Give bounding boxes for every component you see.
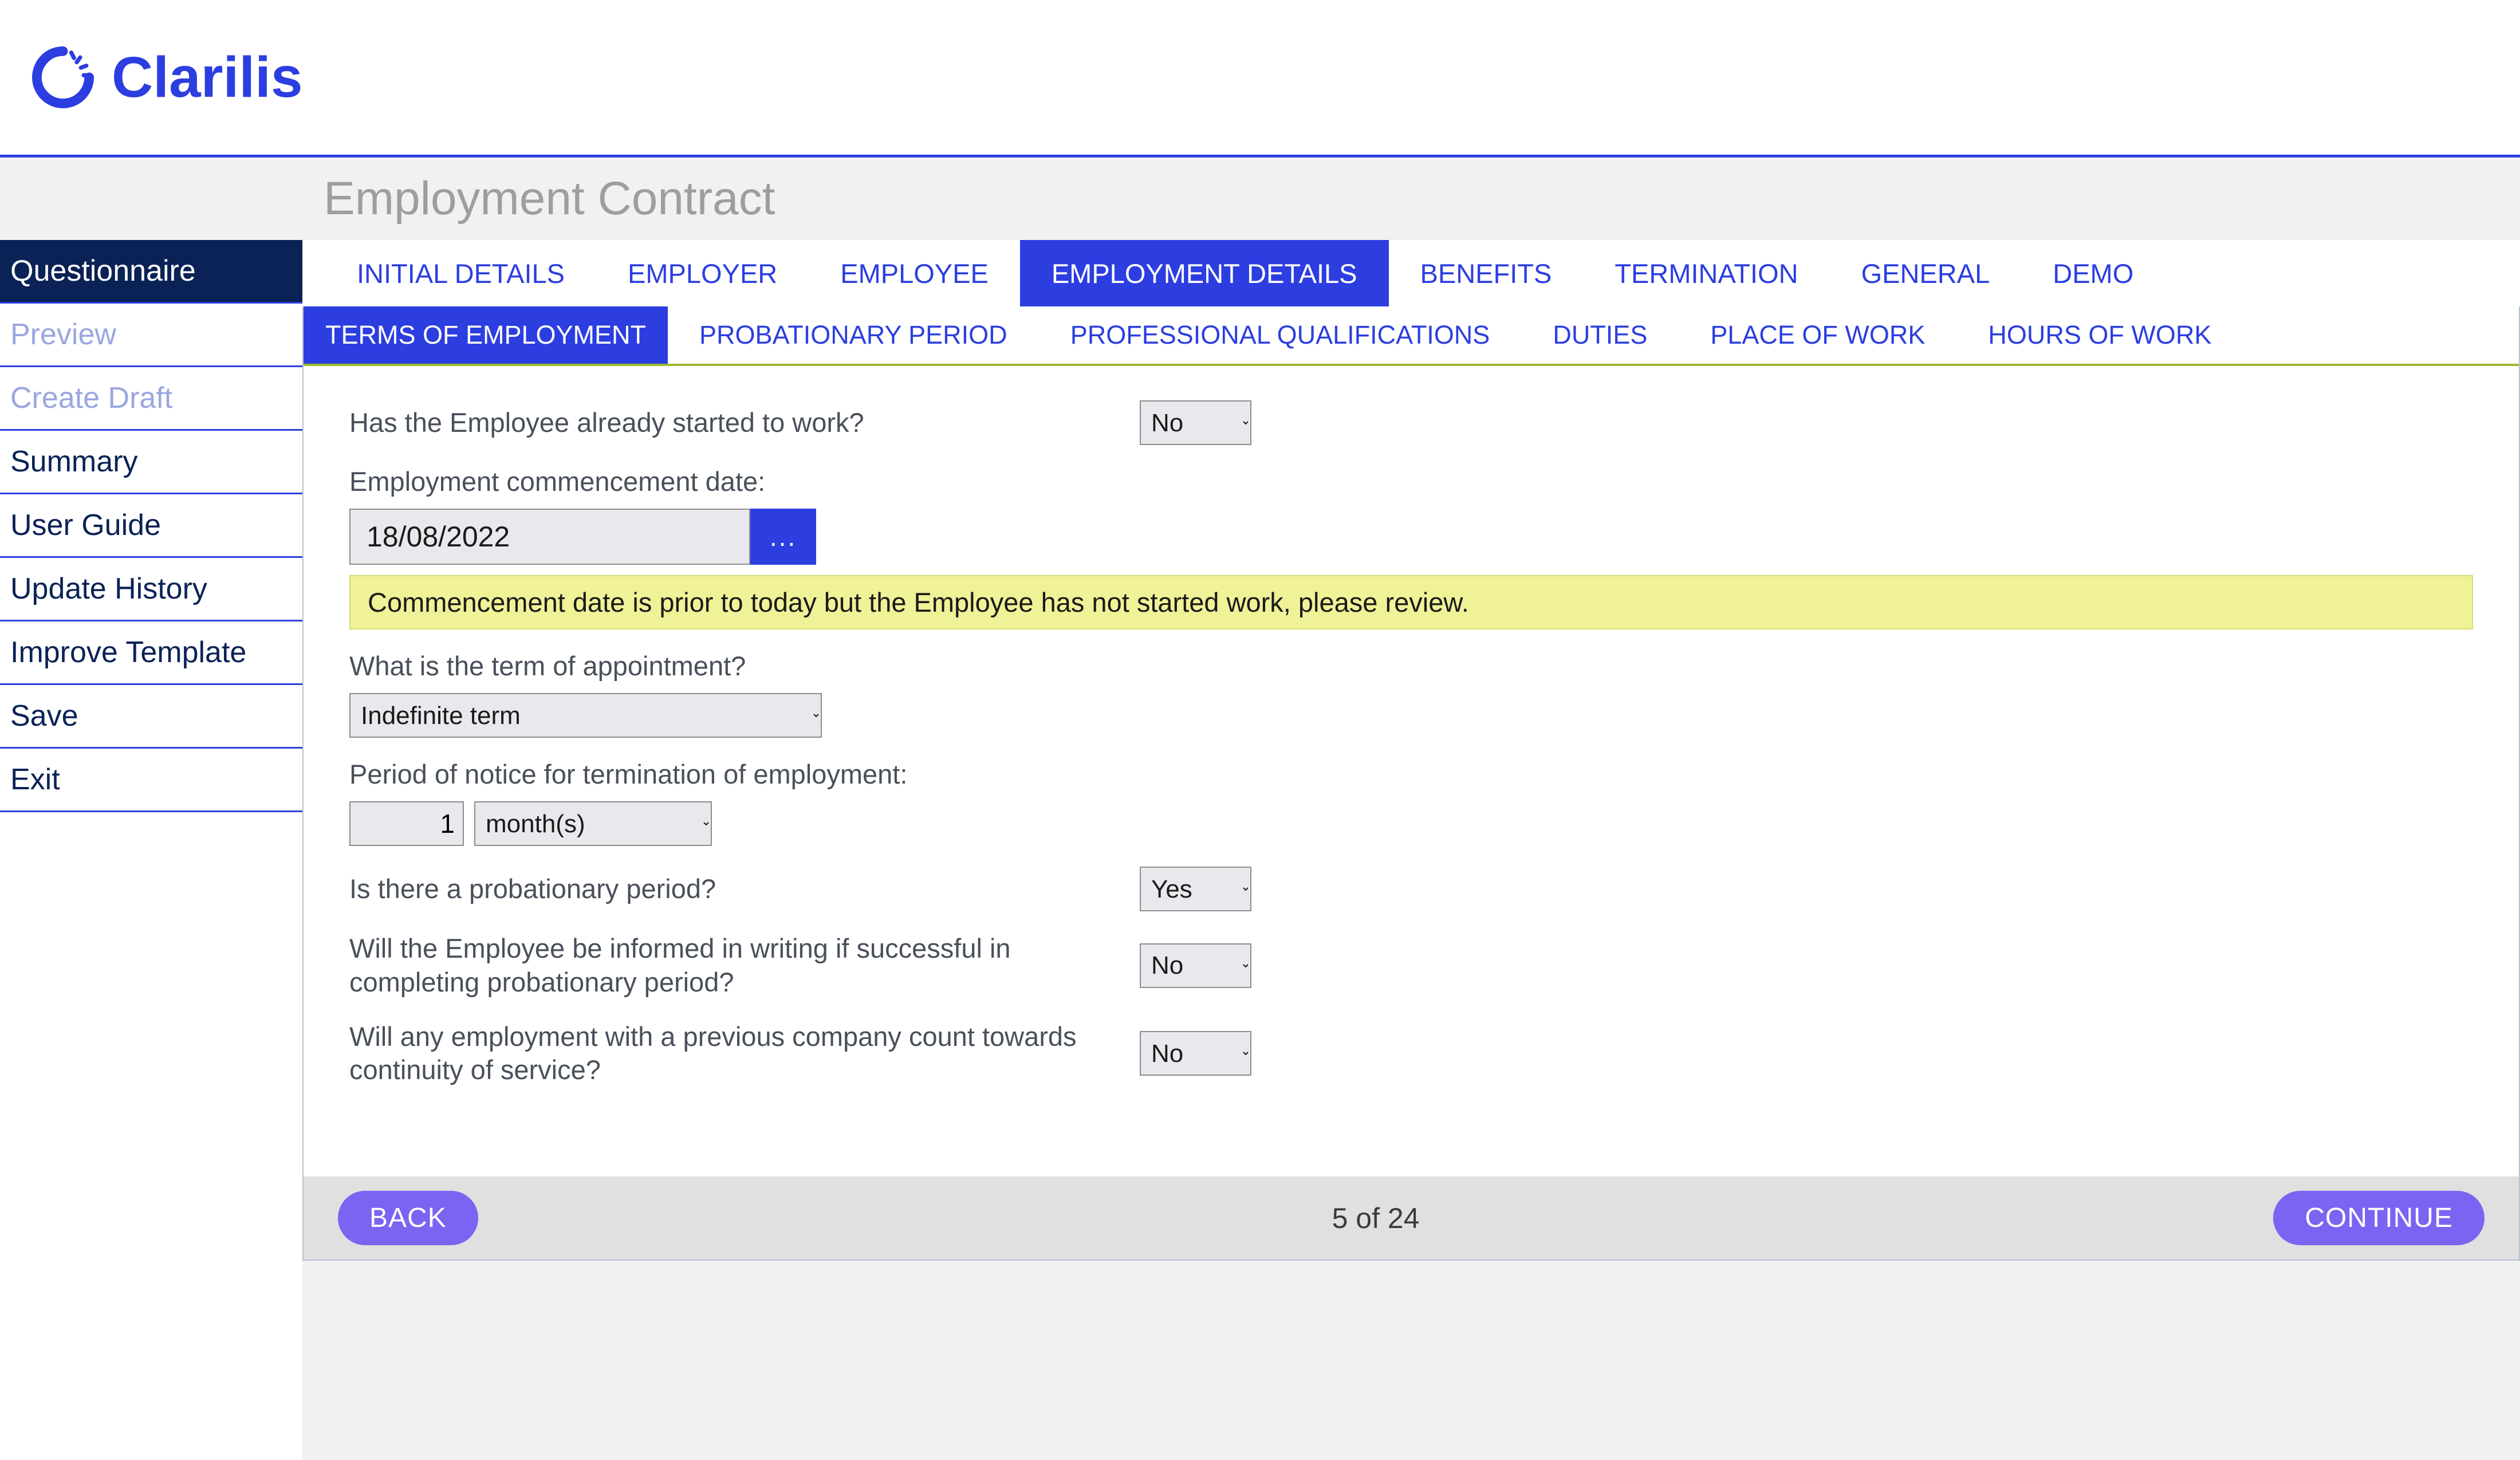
sidebar-item-label: Exit [10, 763, 60, 796]
sidebar-item-label: Preview [10, 318, 116, 351]
subtab-label: DUTIES [1553, 320, 1647, 350]
secondary-tabs: TERMS OF EMPLOYMENT PROBATIONARY PERIOD … [304, 306, 2519, 366]
brand-logo-icon [29, 43, 97, 112]
brand-logo[interactable]: Clarilis [29, 43, 303, 112]
sidebar-item-improve-template[interactable]: Improve Template [0, 621, 302, 685]
sidebar-item-update-history[interactable]: Update History [0, 558, 302, 621]
row-notice-period: Period of notice for termination of empl… [349, 758, 2473, 846]
row-has-started: Has the Employee already started to work… [349, 400, 2473, 445]
row-commencement-date: Employment commencement date: ... Commen… [349, 466, 2473, 629]
form-area: Has the Employee already started to work… [304, 366, 2519, 1131]
tab-demo[interactable]: DEMO [2021, 240, 2165, 306]
primary-tabs: INITIAL DETAILS EMPLOYER EMPLOYEE EMPLOY… [302, 240, 2520, 306]
input-commencement-date[interactable] [349, 509, 750, 565]
sidebar-item-label: User Guide [10, 509, 161, 542]
tab-employee[interactable]: EMPLOYEE [809, 240, 1020, 306]
sidebar-item-label: Update History [10, 572, 207, 605]
subtab-duties[interactable]: DUTIES [1521, 306, 1679, 364]
tab-benefits[interactable]: BENEFITS [1389, 240, 1584, 306]
subtab-place-of-work[interactable]: PLACE OF WORK [1679, 306, 1956, 364]
select-probation[interactable]: Yes [1140, 867, 1251, 911]
subtab-terms-of-employment[interactable]: TERMS OF EMPLOYMENT [304, 306, 668, 364]
content-panel: TERMS OF EMPLOYMENT PROBATIONARY PERIOD … [302, 306, 2520, 1261]
label-inform-writing: Will the Employee be informed in writing… [349, 932, 1117, 999]
tab-initial-details[interactable]: INITIAL DETAILS [325, 240, 596, 306]
row-term-of-appointment: What is the term of appointment? Indefin… [349, 650, 2473, 738]
sidebar-item-label: Create Draft [10, 381, 172, 415]
sidebar-item-label: Summary [10, 445, 137, 478]
subtab-label: PROFESSIONAL QUALIFICATIONS [1070, 320, 1490, 350]
select-term-of-appointment[interactable]: Indefinite term [349, 693, 822, 738]
subtab-probationary-period[interactable]: PROBATIONARY PERIOD [668, 306, 1039, 364]
label-notice-period: Period of notice for termination of empl… [349, 758, 2473, 790]
sidebar-item-exit[interactable]: Exit [0, 749, 302, 812]
label-has-started: Has the Employee already started to work… [349, 406, 1117, 440]
sidebar-item-label: Improve Template [10, 636, 246, 669]
subtab-hours-of-work[interactable]: HOURS OF WORK [1956, 306, 2243, 364]
tab-label: DEMO [2053, 258, 2133, 289]
sidebar-item-label: Questionnaire [10, 254, 196, 288]
select-inform-writing[interactable]: No [1140, 943, 1251, 988]
sidebar-item-summary[interactable]: Summary [0, 431, 302, 494]
row-inform-writing: Will the Employee be informed in writing… [349, 932, 2473, 999]
pager-text: 5 of 24 [1332, 1202, 1420, 1235]
select-continuity[interactable]: No [1140, 1031, 1251, 1076]
header-bar: Clarilis [0, 0, 2520, 155]
tab-employer[interactable]: EMPLOYER [596, 240, 809, 306]
label-continuity: Will any employment with a previous comp… [349, 1020, 1117, 1088]
sidebar-item-create-draft[interactable]: Create Draft [0, 367, 302, 431]
tab-label: BENEFITS [1420, 258, 1552, 289]
tab-label: INITIAL DETAILS [357, 258, 565, 289]
label-term-of-appointment: What is the term of appointment? [349, 650, 2473, 682]
subtab-label: TERMS OF EMPLOYMENT [325, 320, 646, 350]
sidebar-item-save[interactable]: Save [0, 685, 302, 749]
back-button[interactable]: BACK [338, 1191, 478, 1245]
tab-label: GENERAL [1861, 258, 1990, 289]
page-title: Employment Contract [324, 172, 2520, 226]
brand-logo-text: Clarilis [112, 45, 303, 111]
main-column: INITIAL DETAILS EMPLOYER EMPLOYEE EMPLOY… [302, 240, 2520, 1460]
footer-bar: BACK 5 of 24 CONTINUE [304, 1176, 2519, 1260]
sidebar-item-user-guide[interactable]: User Guide [0, 494, 302, 558]
sidebar-item-label: Save [10, 699, 78, 733]
label-probation: Is there a probationary period? [349, 872, 1117, 906]
subtab-label: PROBATIONARY PERIOD [699, 320, 1007, 350]
tab-label: EMPLOYEE [840, 258, 989, 289]
select-notice-unit[interactable]: month(s) [474, 801, 712, 846]
warning-commencement-date: Commencement date is prior to today but … [349, 575, 2473, 629]
subtab-label: HOURS OF WORK [1988, 320, 2211, 350]
subtab-label: PLACE OF WORK [1710, 320, 1925, 350]
subtab-professional-qualifications[interactable]: PROFESSIONAL QUALIFICATIONS [1039, 306, 1522, 364]
tab-general[interactable]: GENERAL [1830, 240, 2022, 306]
tab-label: TERMINATION [1615, 258, 1798, 289]
tab-label: EMPLOYMENT DETAILS [1052, 258, 1357, 289]
sidebar-nav: Questionnaire Preview Create Draft Summa… [0, 240, 302, 812]
row-continuity: Will any employment with a previous comp… [349, 1020, 2473, 1088]
input-notice-number[interactable] [349, 801, 464, 846]
tab-label: EMPLOYER [628, 258, 777, 289]
tab-termination[interactable]: TERMINATION [1583, 240, 1829, 306]
select-has-started[interactable]: No [1140, 400, 1251, 445]
label-commencement-date: Employment commencement date: [349, 466, 2473, 497]
sidebar-item-preview[interactable]: Preview [0, 304, 302, 367]
datepicker-button[interactable]: ... [750, 509, 816, 565]
row-probation: Is there a probationary period? Yes [349, 867, 2473, 911]
page-title-area: Employment Contract [0, 158, 2520, 240]
sidebar-item-questionnaire[interactable]: Questionnaire [0, 240, 302, 304]
continue-button[interactable]: CONTINUE [2273, 1191, 2484, 1245]
tab-employment-details[interactable]: EMPLOYMENT DETAILS [1020, 240, 1389, 306]
